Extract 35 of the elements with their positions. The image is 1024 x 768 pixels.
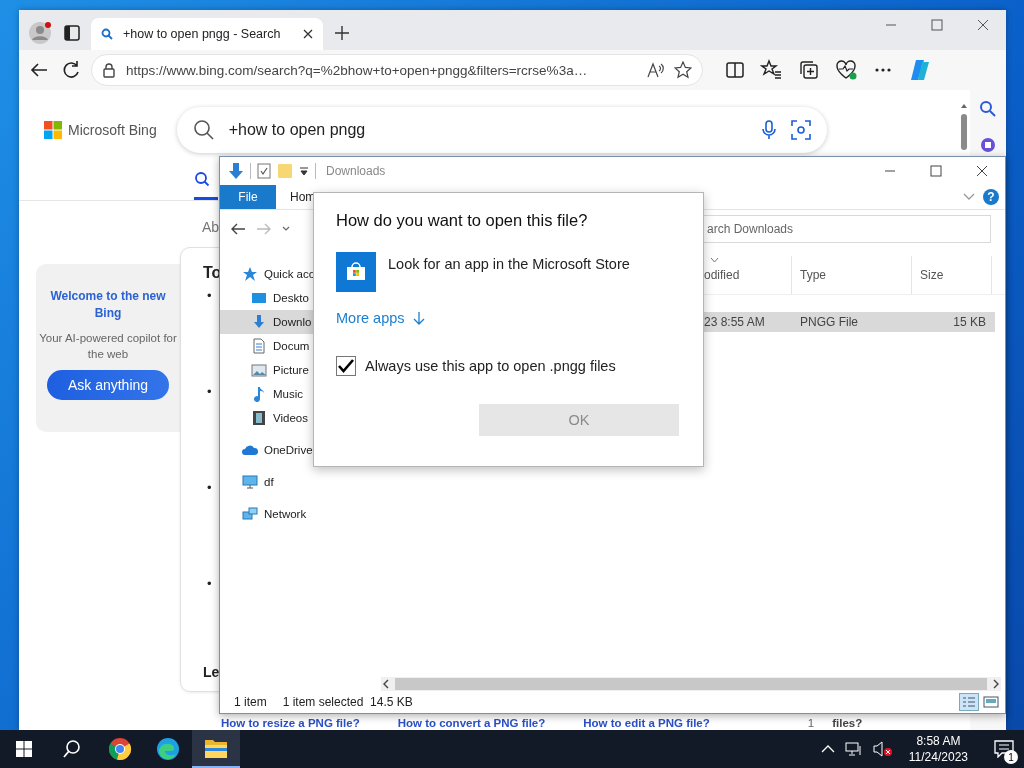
browser-tab[interactable]: +how to open pngg - Search [91, 18, 323, 50]
selection-status: 1 item selected 14.5 KB [282, 695, 413, 709]
notification-badge: 1 [1004, 750, 1018, 764]
bullet: • [207, 384, 212, 400]
ribbon-tab[interactable]: File [220, 185, 276, 209]
table-cell-text: PNGG File [799, 315, 859, 329]
item-count: 1 item [234, 695, 267, 709]
brand-name: Microsoft Bing [68, 122, 157, 138]
bullet: • [207, 288, 212, 304]
welcome-subtitle: Your AI-powered copilot for the web [38, 331, 178, 362]
table-cell-text: 15 KB [952, 315, 987, 329]
nav-item[interactable]: df [220, 470, 381, 494]
bullet: • [207, 480, 212, 496]
ask-button[interactable]: Ask anything [47, 370, 169, 400]
column-header[interactable]: Size [912, 256, 992, 294]
column-header[interactable]: Type [792, 256, 912, 294]
related-link[interactable]: How to resize a PNG file? [221, 718, 360, 729]
related-text: files? [832, 718, 863, 729]
clock[interactable]: 8:58 AM 11/24/2023 [902, 733, 974, 765]
help-button[interactable]: ? [983, 189, 999, 205]
related-link[interactable]: How to edit a PNG file? [583, 718, 710, 729]
dialog-title: How do you want to open this file? [336, 211, 589, 230]
address-bar[interactable]: https://www.bing.com/search?q=%2bhow+to+open+pngg&filters=rcrse%3a… [91, 54, 703, 86]
result-count: 1 [807, 718, 815, 729]
section-heading: Le [203, 664, 220, 680]
store-option[interactable]: Look for an app in the Microsoft Store [336, 252, 681, 292]
nav-item[interactable]: Network [220, 502, 381, 526]
search-field[interactable]: +how to open pngg [176, 107, 827, 153]
window-title: Downloads [326, 164, 386, 178]
checkbox-label: Always use this app to open .pngg files [365, 358, 616, 374]
table-cell-text: 23 8:55 AM [703, 315, 766, 329]
results-label: Ab [202, 219, 220, 235]
welcome-title: Welcome to the new Bing [49, 288, 167, 322]
related-link[interactable]: How to convert a PNG file? [397, 718, 546, 729]
bullet: • [207, 576, 212, 592]
